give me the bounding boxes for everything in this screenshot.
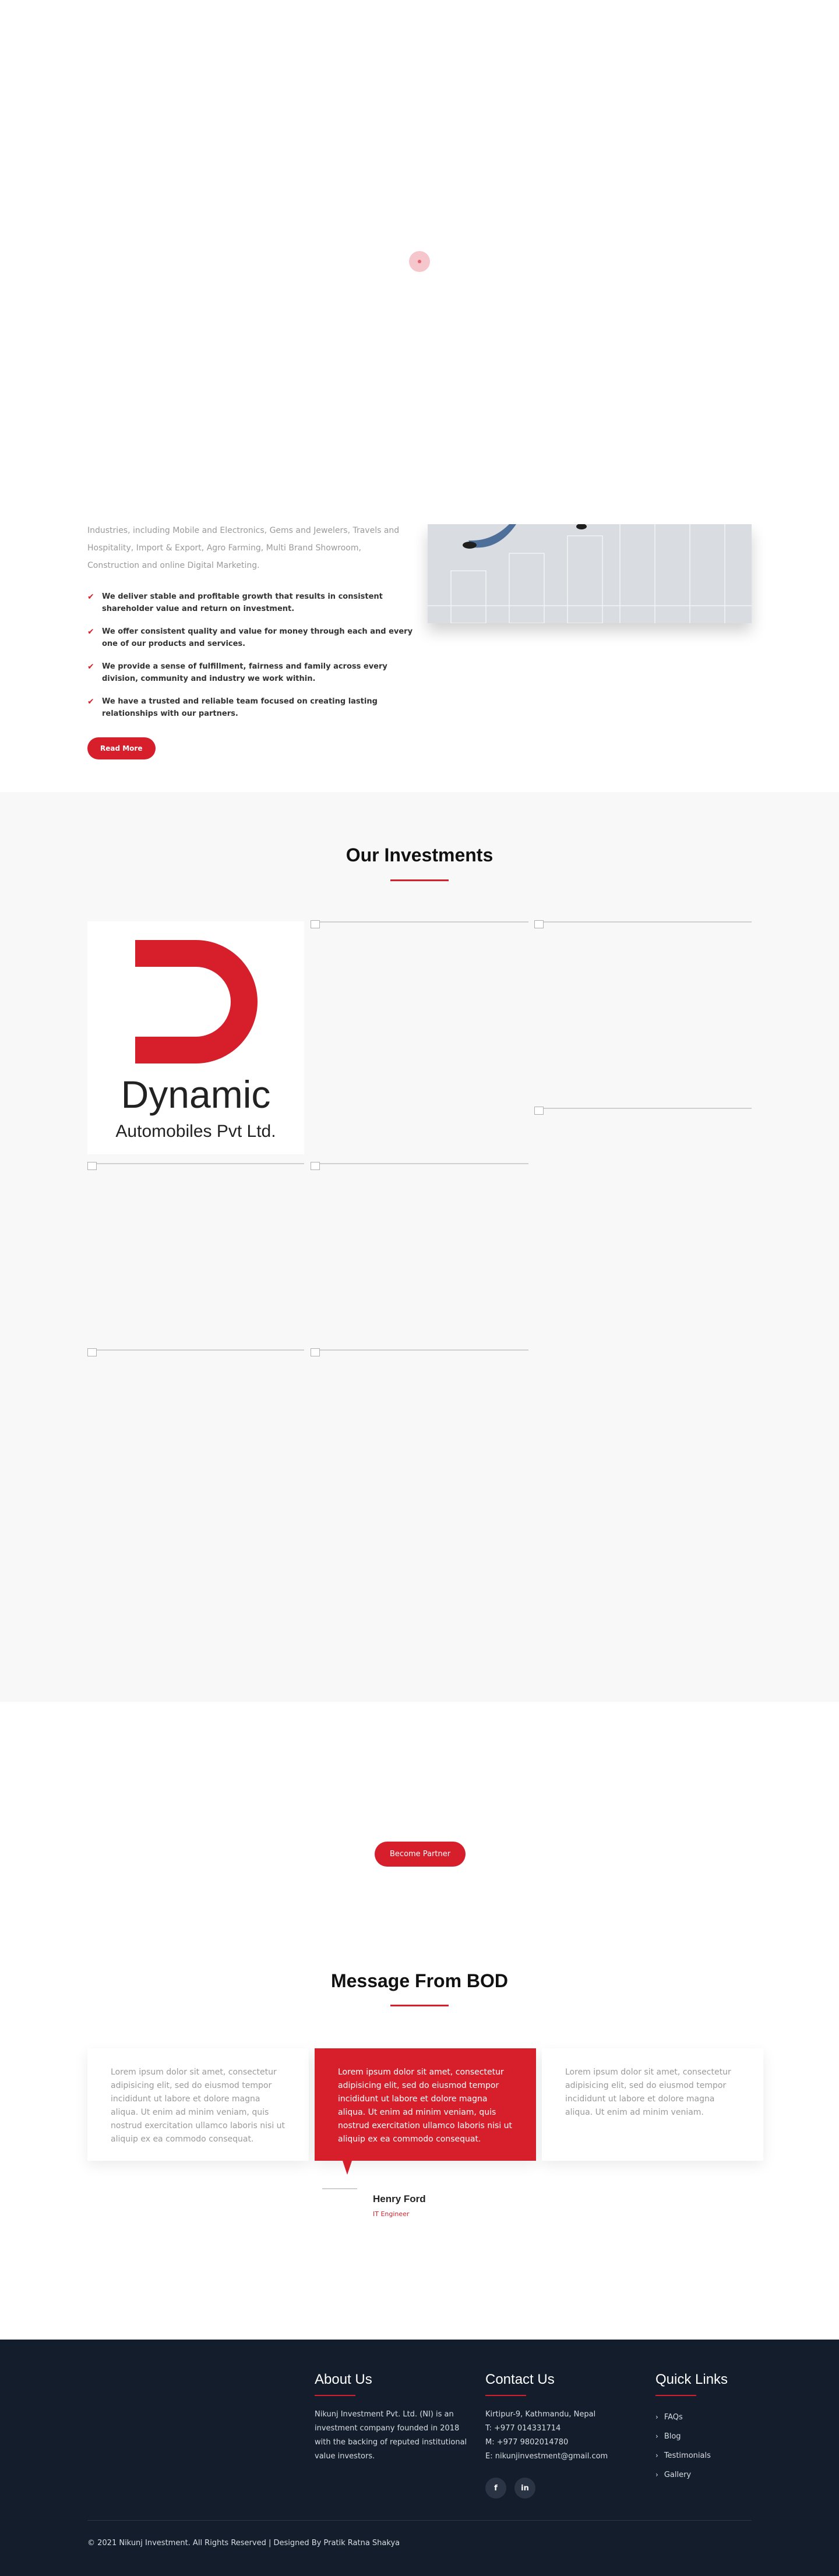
quick-link-faqs[interactable]: › FAQs [655, 2408, 752, 2427]
investments-section: Our Investments Dynamic Automobiles Pvt … [0, 792, 839, 1702]
investment-card[interactable] [311, 1348, 528, 1582]
become-partner-button[interactable]: Become Partner [375, 1842, 466, 1867]
investment-card[interactable] [534, 920, 752, 1108]
message-card: Lorem ipsum dolor sit amet, consectetur … [542, 2048, 763, 2161]
site-footer: About Us Nikunj Investment Pvt. Ltd. (NI… [0, 2340, 839, 2576]
message-pointer [343, 2161, 352, 2175]
heading-underline [315, 2395, 355, 2396]
person-role: IT Engineer [373, 2210, 410, 2218]
list-item: ✔ We have a trusted and reliable team foc… [87, 697, 378, 718]
footer-heading: Contact Us [485, 2372, 555, 2387]
footer-quick-links: Quick Links › FAQs › Blog › Testimonials › G… [655, 2372, 752, 2485]
footer-contact: Contact Us Kirtipur-9, Kathmandu, Nepal … [485, 2372, 637, 2499]
check-icon: ✔ [87, 627, 94, 637]
facebook-icon[interactable]: f [485, 2478, 506, 2499]
title-underline [390, 879, 449, 881]
logo-subtitle: Automobiles Pvt Ltd. [115, 1122, 276, 1141]
footer-about: About Us Nikunj Investment Pvt. Ltd. (NI… [315, 2372, 472, 2464]
message-text: Lorem ipsum dolor sit amet, consectetur … [111, 2068, 285, 2144]
quick-link-testimonials[interactable]: › Testimonials [655, 2446, 752, 2465]
message-card: Lorem ipsum dolor sit amet, consectetur … [87, 2048, 309, 2161]
person-name: Henry Ford [373, 2193, 426, 2204]
quick-links-list: › FAQs › Blog › Testimonials › Gallery [655, 2408, 752, 2485]
avatar [322, 2188, 357, 2223]
contact-phone: T: +977 014331714 [485, 2424, 561, 2433]
list-item: ✔ We provide a sense of fulfillment, fair… [87, 662, 387, 683]
investment-card-dynamic[interactable]: Dynamic Automobiles Pvt Ltd. [87, 921, 304, 1154]
list-item: ✔ We offer consistent quality and value f… [87, 627, 413, 648]
footer-about-text: Nikunj Investment Pvt. Ltd. (NI) is an i… [315, 2410, 467, 2461]
check-icon: ✔ [87, 697, 94, 706]
about-image [428, 524, 752, 623]
contact-address: Kirtipur-9, Kathmandu, Nepal [485, 2410, 596, 2419]
about-text-block: Industries, including Mobile and Electro… [87, 522, 414, 759]
check-icon: ✔ [87, 592, 94, 602]
list-item: ✔ We deliver stable and profitable growth… [87, 592, 383, 613]
message-text: Lorem ipsum dolor sit amet, consectetur … [338, 2068, 513, 2144]
investment-card[interactable] [87, 1162, 304, 1349]
chevron-right-icon: › [655, 2471, 658, 2479]
quick-link-blog[interactable]: › Blog [655, 2427, 752, 2446]
footer-heading: About Us [315, 2372, 372, 2387]
chevron-right-icon: › [655, 2432, 658, 2440]
message-card-active: Lorem ipsum dolor sit amet, consectetur … [315, 2048, 536, 2161]
contact-mobile: M: +977 9802014780 [485, 2438, 569, 2447]
copyright-text: © 2021 Nikunj Investment. All Rights Res… [87, 2539, 400, 2547]
about-paragraph: Industries, including Mobile and Electro… [87, 526, 400, 570]
partner-cta: Become Partner [375, 1842, 466, 1867]
title-underline [390, 2005, 449, 2006]
footer-divider [87, 2520, 752, 2521]
investment-card[interactable] [311, 1162, 528, 1349]
message-text: Lorem ipsum dolor sit amet, consectetur … [565, 2068, 731, 2117]
chevron-right-icon: › [655, 2413, 658, 2421]
logo-name: Dynamic [121, 1073, 271, 1116]
about-points-list: ✔ We deliver stable and profitable growth… [87, 591, 414, 720]
businessman-chart-illustration [428, 524, 752, 623]
heading-underline [485, 2395, 526, 2396]
preloader-overlay [0, 0, 839, 524]
section-title: Our Investments [346, 844, 493, 865]
dynamic-automobiles-logo: Dynamic Automobiles Pvt Ltd. [87, 921, 304, 1154]
linkedin-icon[interactable]: in [514, 2478, 535, 2499]
footer-heading: Quick Links [655, 2372, 728, 2387]
about-section: Industries, including Mobile and Electro… [0, 478, 839, 792]
investment-card[interactable] [311, 920, 528, 1154]
chevron-right-icon: › [655, 2451, 658, 2460]
section-title: Message From BOD [330, 1970, 509, 1991]
read-more-button[interactable]: Read More [87, 737, 156, 759]
investment-card[interactable] [534, 1107, 752, 1341]
loading-spinner-icon [409, 251, 430, 272]
quick-link-gallery[interactable]: › Gallery [655, 2465, 752, 2485]
contact-details: Kirtipur-9, Kathmandu, Nepal T: +977 014… [485, 2408, 637, 2464]
heading-underline [655, 2395, 696, 2396]
contact-email[interactable]: E: nikunjinvestment@gmail.com [485, 2450, 637, 2464]
investment-card[interactable] [87, 1348, 304, 1582]
social-links: f in [485, 2478, 637, 2499]
check-icon: ✔ [87, 662, 94, 672]
